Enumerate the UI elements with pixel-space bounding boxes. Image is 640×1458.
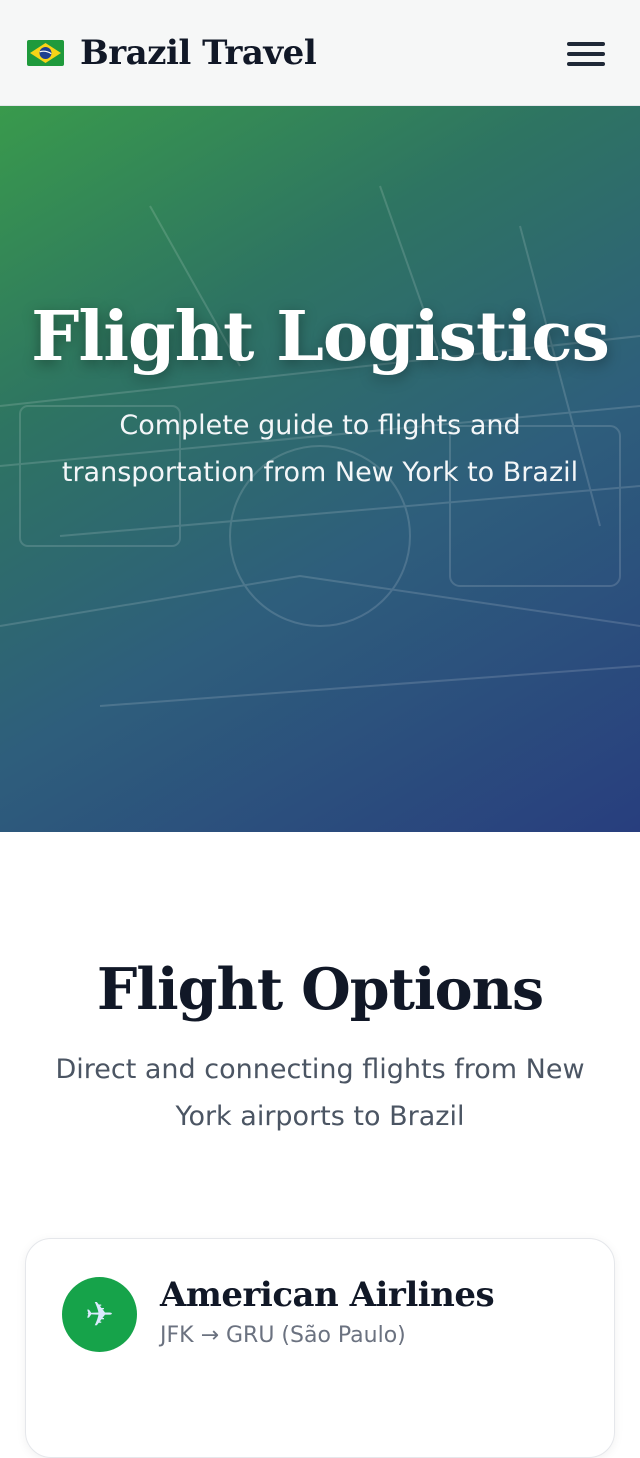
flight-route: JFK → GRU (São Paulo) <box>160 1323 406 1348</box>
section-subtitle: Direct and connecting flights from New Y… <box>55 1054 585 1132</box>
menu-bar <box>567 42 605 46</box>
brazil-flag-icon <box>27 40 64 66</box>
site-header: Brazil Travel <box>0 0 640 106</box>
menu-bar <box>567 62 605 66</box>
hero-banner: Flight Logistics Complete guide to fligh… <box>0 106 640 832</box>
section-title: Flight Options <box>96 956 544 1023</box>
airline-name: American Airlines <box>160 1275 495 1315</box>
hamburger-menu-icon[interactable] <box>562 38 610 70</box>
airplane-icon: ✈ <box>62 1277 137 1352</box>
hero-subtitle: Complete guide to flights and transporta… <box>61 410 579 488</box>
menu-bar <box>567 52 605 56</box>
flight-card[interactable]: ✈ American Airlines JFK → GRU (São Paulo… <box>25 1238 615 1458</box>
hero-title: Flight Logistics <box>31 297 610 377</box>
brand-title[interactable]: Brazil Travel <box>80 29 317 77</box>
